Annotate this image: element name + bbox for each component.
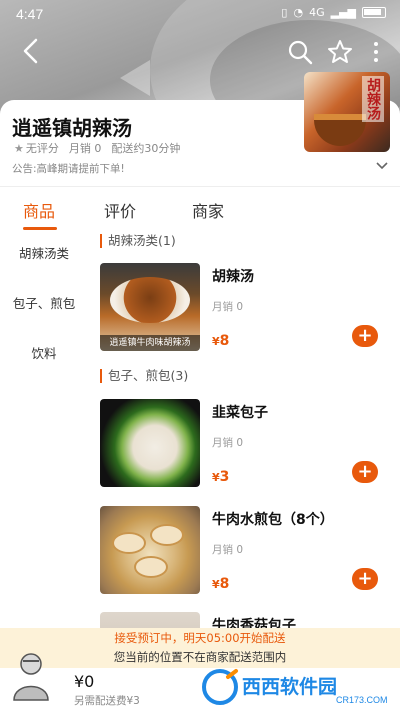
product-image: 逍遥镇牛肉味胡辣汤: [100, 263, 200, 351]
category-hot-soup[interactable]: 胡辣汤类: [0, 243, 88, 262]
back-icon[interactable]: [18, 36, 46, 66]
product-name: 牛肉水煎包（8个）: [212, 512, 334, 528]
product-name: 韭菜包子: [212, 405, 268, 421]
shop-logo-text: 胡辣汤: [362, 76, 384, 122]
battery-icon: [362, 7, 386, 18]
svg-text:CR173.COM: CR173.COM: [336, 695, 388, 705]
delivery-fee: 另需配送费¥3: [74, 695, 140, 707]
product-image: [100, 506, 200, 594]
status-time: 4:47: [16, 6, 44, 22]
signal-icon: ▂▄▆: [330, 6, 356, 19]
product-item[interactable]: 牛肉水煎包（8个） 月销 0 ¥8 +: [100, 506, 392, 598]
shop-card: 逍遥镇胡辣汤 ★ 无评分 月销 0 配送约30分钟 公告:高峰期请提前下单! 商品…: [0, 100, 400, 711]
signal-text: 4G: [309, 6, 325, 19]
add-icon: +: [357, 461, 373, 482]
rating-star-icon: ★: [14, 142, 24, 155]
add-icon: +: [357, 568, 373, 589]
category-drinks[interactable]: 饮料: [0, 343, 88, 362]
top-navigation: [0, 30, 400, 74]
shop-meta: ★ 无评分 月销 0 配送约30分钟: [14, 140, 180, 156]
product-price: ¥8: [212, 576, 230, 592]
product-item[interactable]: 逍遥镇牛肉味胡辣汤 胡辣汤 月销 0 ¥8 +: [100, 263, 392, 355]
tab-reviews[interactable]: 评价: [104, 198, 136, 222]
wifi-icon: ◔: [293, 6, 304, 19]
product-image: [100, 399, 200, 487]
add-to-cart-button[interactable]: +: [352, 461, 378, 483]
delivery-time: 配送约30分钟: [111, 142, 181, 155]
tab-products[interactable]: 商品: [23, 198, 55, 222]
location-banner: 您当前的位置不在商家配送范围内: [0, 648, 400, 668]
product-price: ¥3: [212, 469, 230, 485]
product-sales: 月销 0: [212, 301, 244, 313]
category-list: 胡辣汤类 包子、煎包 饮料: [0, 230, 88, 630]
status-bar: 4:47 ▯ ◔ 4G ▂▄▆: [0, 0, 400, 28]
add-to-cart-button[interactable]: +: [352, 325, 378, 347]
cart-avatar-icon[interactable]: [10, 650, 52, 702]
more-icon[interactable]: [366, 38, 386, 66]
chevron-down-icon[interactable]: [376, 160, 388, 170]
product-sales: 月销 0: [212, 437, 244, 449]
shop-logo: 胡辣汤: [304, 72, 390, 152]
vibrate-icon: ▯: [281, 6, 288, 19]
tab-merchant[interactable]: 商家: [192, 198, 224, 222]
monthly-sales: 月销 0: [68, 142, 102, 155]
preorder-banner: 接受预订中，明天05:00开始配送: [0, 628, 400, 648]
divider: [0, 186, 400, 187]
category-buns[interactable]: 包子、煎包: [0, 293, 88, 312]
shop-tabs: 商品 评价 商家: [0, 192, 400, 230]
add-icon: +: [357, 325, 373, 346]
cart-total: ¥0: [74, 672, 95, 691]
star-icon[interactable]: [326, 38, 354, 66]
section-title: 胡辣汤类(1): [100, 234, 176, 248]
rating: ★ 无评分: [14, 142, 59, 155]
shop-name: 逍遥镇胡辣汤: [12, 116, 132, 140]
add-to-cart-button[interactable]: +: [352, 568, 378, 590]
product-sales: 月销 0: [212, 544, 244, 556]
search-icon[interactable]: [286, 38, 314, 66]
product-name: 胡辣汤: [212, 269, 254, 285]
section-title: 包子、煎包(3): [100, 369, 188, 383]
watermark-logo: 西西软件园 CR173.COM: [202, 669, 388, 705]
product-price: ¥8: [212, 333, 230, 349]
svg-text:西西软件园: 西西软件园: [242, 675, 337, 698]
product-image-caption: 逍遥镇牛肉味胡辣汤: [100, 335, 200, 351]
shop-notice: 公告:高峰期请提前下单!: [12, 163, 125, 175]
product-item[interactable]: 韭菜包子 月销 0 ¥3 +: [100, 399, 392, 491]
